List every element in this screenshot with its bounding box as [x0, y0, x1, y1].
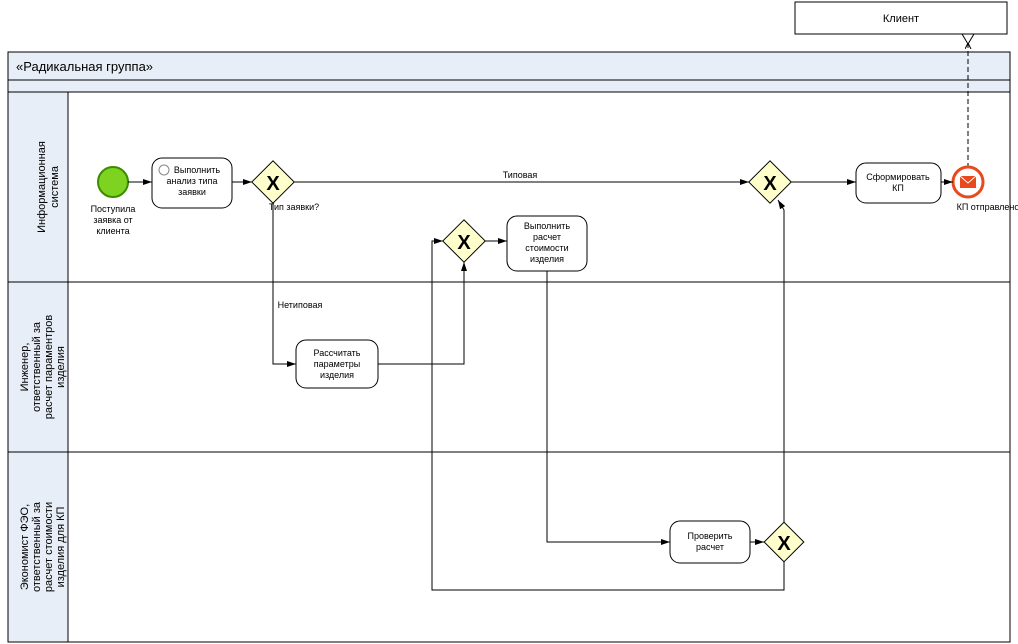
svg-text:X: X [763, 173, 777, 195]
svg-text:Сформировать: Сформировать [866, 172, 930, 182]
svg-text:расчет: расчет [696, 542, 724, 552]
svg-text:изделия для КП: изделия для КП [55, 506, 67, 587]
svg-text:X: X [777, 533, 791, 555]
svg-text:X: X [266, 173, 280, 195]
svg-text:Экономист ФЭО,: Экономист ФЭО, [19, 504, 31, 590]
svg-text:заявка от: заявка от [93, 215, 132, 225]
task-analyze: Выполнить анализ типа заявки [152, 158, 232, 208]
lane-2: Инженер, ответственный за расчет парамен… [8, 282, 1010, 452]
participant-client: Клиент [795, 2, 1007, 34]
pool-title: «Радикальная группа» [16, 59, 153, 74]
svg-text:ответственный за: ответственный за [31, 321, 43, 412]
participant-label: Клиент [883, 13, 919, 25]
lane-3: Экономист ФЭО, ответственный за расчет с… [8, 452, 1010, 642]
svg-text:изделия: изделия [320, 370, 354, 380]
svg-text:Выполнить: Выполнить [524, 221, 571, 231]
flow-atypical-label: Нетиповая [278, 300, 323, 310]
svg-text:Поступила: Поступила [91, 204, 136, 214]
svg-text:изделия: изделия [530, 254, 564, 264]
message-flow-arrowhead [962, 34, 974, 44]
svg-text:заявки: заявки [178, 187, 206, 197]
svg-text:Инженер,: Инженер, [19, 343, 31, 392]
flow-typical-label: Типовая [503, 170, 538, 180]
svg-text:изделия: изделия [55, 346, 67, 388]
task-calc-cost: Выполнить расчет стоимости изделия [507, 216, 587, 271]
svg-text:Проверить: Проверить [687, 531, 732, 541]
task-check: Проверить расчет [670, 521, 750, 563]
svg-text:параметры: параметры [314, 359, 360, 369]
end-event-label: КП отправлено [957, 202, 1018, 212]
svg-text:Выполнить: Выполнить [174, 165, 221, 175]
task-calc-params: Рассчитать параметры изделия [296, 340, 378, 388]
svg-text:расчет стоимости: расчет стоимости [43, 502, 55, 592]
lane-1-label: Информационная [36, 141, 48, 233]
gateway-type-label: Тип заявки? [269, 202, 319, 212]
svg-text:X: X [457, 232, 471, 254]
svg-text:клиента: клиента [96, 226, 129, 236]
svg-text:ответственный за: ответственный за [31, 501, 43, 592]
svg-text:анализ типа: анализ типа [167, 176, 218, 186]
svg-text:расчет: расчет [533, 232, 561, 242]
pool: «Радикальная группа» [8, 52, 1010, 92]
svg-text:расчет параментров: расчет параментров [43, 315, 55, 420]
svg-text:система: система [49, 165, 61, 208]
svg-text:стоимости: стоимости [525, 243, 568, 253]
svg-text:КП: КП [892, 183, 904, 193]
svg-text:Рассчитать: Рассчитать [314, 348, 361, 358]
task-form-kp: Сформировать КП [856, 163, 941, 203]
